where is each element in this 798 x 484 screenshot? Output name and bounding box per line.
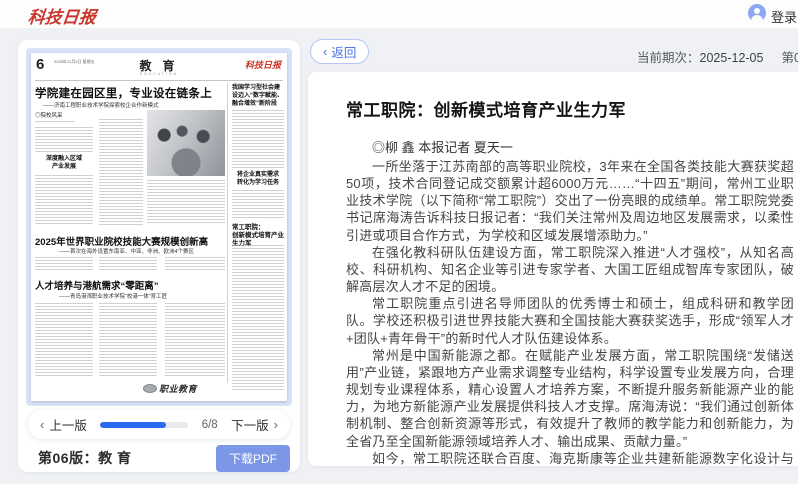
download-pdf-button[interactable]: 下载PDF xyxy=(216,445,290,472)
newsprint-text xyxy=(35,127,93,154)
page-progress[interactable] xyxy=(100,422,188,428)
newsprint-text xyxy=(232,110,284,170)
paper-date: 2025年12月5日 星期五 xyxy=(54,59,114,64)
issue-meta: 当前期次：2025-12-05 第06版：教 育 xyxy=(637,47,798,66)
column-subhead-line: 产业发展 xyxy=(35,164,93,172)
newspaper-page-thumbnail[interactable]: 6 2025年12月5日 星期五 教 育 EDUCATION 科技日报 学院建在… xyxy=(31,53,287,401)
stamp-icon xyxy=(143,384,157,393)
avatar-head-shape xyxy=(754,8,760,14)
preview-footer: 第06版：教 育 下载PDF xyxy=(38,444,290,472)
article-paragraph: 如今，常工职院还联合百度、海克斯康等企业共建新能源数字化设计与制造、智能网联汽车… xyxy=(346,450,794,466)
chevron-left-icon: ‹ xyxy=(40,418,44,431)
page-position: 6/8 xyxy=(202,419,218,431)
newsprint-text xyxy=(99,119,143,227)
story-3-subhead: ——青岛港湾职业技术学院“校港一体”育工匠 xyxy=(59,292,167,300)
paper-section-subtitle: EDUCATION xyxy=(140,72,178,76)
paper-page-number: 6 xyxy=(36,56,44,73)
article-paragraph: 一所坐落于江苏南部的高等职业院校，3年来在全国各类技能大赛获奖超50项，技术合同… xyxy=(346,158,794,244)
back-button-label: 返回 xyxy=(331,42,356,61)
issue-label: 当前期次： xyxy=(637,51,700,65)
page-progress-fill xyxy=(100,422,166,428)
chevron-left-icon: ‹ xyxy=(323,45,327,58)
page-preview-panel: 6 2025年12月5日 星期五 教 育 EDUCATION 科技日报 学院建在… xyxy=(18,40,300,472)
newsprint-text xyxy=(147,180,225,225)
avatar-icon[interactable] xyxy=(748,4,766,22)
back-button[interactable]: ‹ 返回 xyxy=(310,39,369,64)
newsprint-text xyxy=(35,121,75,124)
issue-date: 2025-12-05 xyxy=(700,51,764,65)
edition-label: 第06版：教 育 xyxy=(38,448,131,468)
paper-masthead: 科技日报 xyxy=(245,58,281,71)
column-subhead-line: 深度融入区域 xyxy=(35,156,93,164)
sidebar-subhead: 将企业真实需求 转化为学习任务 xyxy=(232,172,284,187)
newspaper-photo xyxy=(147,110,225,176)
avatar-body-shape xyxy=(751,15,763,22)
header-rule xyxy=(35,80,283,81)
stamp-label: 职业教育 xyxy=(159,382,197,395)
newspaper-frame: 6 2025年12月5日 星期五 教 育 EDUCATION 科技日报 学院建在… xyxy=(26,48,292,406)
column-divider xyxy=(227,83,228,383)
story-3-headline[interactable]: 人才培养与港航需求“零距离” xyxy=(35,278,159,292)
newsprint-text xyxy=(165,303,225,378)
vocational-education-stamp: 职业教育 xyxy=(141,382,199,395)
newsprint-text xyxy=(165,257,225,272)
newsprint-text xyxy=(99,303,157,378)
story-2-headline[interactable]: 2025年世界职业院校技能大赛规模创新高 xyxy=(35,234,208,248)
newsprint-text xyxy=(232,190,284,220)
article-panel: 常工职院：创新模式培育产业生力军 ◎柳 鑫 本报记者 夏天一 一所坐落于江苏南部… xyxy=(308,72,798,466)
prev-page-label: 上一版 xyxy=(49,415,87,434)
story-2-subhead: ——首次在海外设置东南亚、中亚、非洲、欧洲4个赛区 xyxy=(59,247,194,255)
sidebar-story-title-line: 常工职院： xyxy=(232,224,286,232)
next-page-label: 下一版 xyxy=(231,415,269,434)
sidebar-headline[interactable]: 我国学习型社会建设迈入“数字赋能、融合增效”新阶段 xyxy=(232,84,284,108)
page-pager: ‹ 上一版 6/8 下一版 › xyxy=(28,410,290,439)
lead-headline[interactable]: 学院建在园区里，专业设在链条上 xyxy=(35,85,212,101)
article-paragraph: 常州是中国新能源之都。在赋能产业发展方面，常工职院围绕“发储送用”产业链，紧跟地… xyxy=(346,347,794,450)
newsprint-text xyxy=(35,303,93,378)
newsprint-text xyxy=(232,245,284,392)
lead-column-tag: ◎院校风采 xyxy=(35,111,63,119)
newsprint-text xyxy=(99,257,157,272)
sidebar-subhead-line: 转化为学习任务 xyxy=(232,180,284,188)
newsprint-text xyxy=(35,257,93,272)
article-paragraph: 常工职院重点引进名导师团队的优秀博士和硕士，组成科研和教学团队。学校还积极引进世… xyxy=(346,295,794,346)
lead-subhead: ——济南工程职业技术学院探索校企合作新模式 xyxy=(43,101,159,109)
prev-page-button[interactable]: ‹ 上一版 xyxy=(40,415,87,434)
article-title: 常工职院：创新模式培育产业生力军 xyxy=(346,96,794,121)
column-subhead: 深度融入区域 产业发展 xyxy=(35,156,93,171)
login-button[interactable]: 登录 xyxy=(771,7,797,26)
article-paragraph: 在强化教科研队伍建设方面，常工职院深入推进“人才强校”，从知名高校、科研机构、知… xyxy=(346,244,794,295)
article-byline: ◎柳 鑫 本报记者 夏天一 xyxy=(346,137,794,156)
edition-meta-label: 第06版：教 育 xyxy=(781,51,798,65)
newsprint-text xyxy=(35,175,93,226)
next-page-button[interactable]: 下一版 › xyxy=(231,415,278,434)
site-logo[interactable]: 科技日报 xyxy=(27,3,98,28)
sidebar-subhead-line: 将企业真实需求 xyxy=(232,172,284,180)
top-bar: 科技日报 登录 xyxy=(0,0,798,28)
chevron-right-icon: › xyxy=(274,418,278,431)
